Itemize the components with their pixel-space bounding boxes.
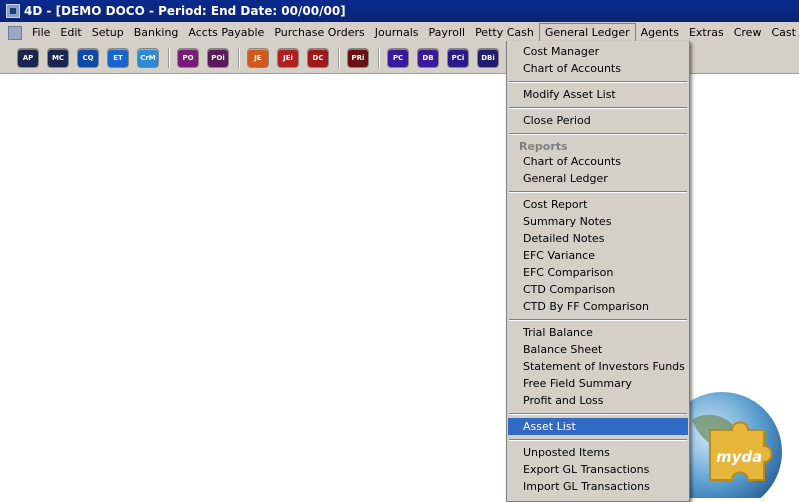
toolbar-button-crm[interactable]: CrM: [138, 49, 158, 67]
toolbar-button-mc[interactable]: MC: [48, 49, 68, 67]
menu-general-ledger[interactable]: General Ledger: [538, 23, 636, 42]
app-icon: [6, 4, 20, 18]
toolbar-button-je[interactable]: JE: [248, 49, 268, 67]
toolbar-button-dc[interactable]: DC: [308, 49, 328, 67]
menu-payroll[interactable]: Payroll: [424, 23, 471, 42]
toolbar-separator: [338, 48, 340, 68]
menu-item-modify-asset-list[interactable]: Modify Asset List: [508, 86, 688, 103]
menu-item-export-gl-transactions[interactable]: Export GL Transactions: [508, 461, 688, 478]
menu-item-free-field-summary[interactable]: Free Field Summary: [508, 375, 688, 392]
menu-extras[interactable]: Extras: [684, 23, 729, 42]
toolbar-separator: [378, 48, 380, 68]
general-ledger-dropdown-menu: Cost Manager Chart of Accounts Modify Asse…: [506, 41, 690, 502]
menu-bar: File Edit Setup Banking Accts Payable Purchas…: [0, 22, 799, 43]
menu-item-balance-sheet[interactable]: Balance Sheet: [508, 341, 688, 358]
menu-edit[interactable]: Edit: [55, 23, 86, 42]
menu-item-profit-and-loss[interactable]: Profit and Loss: [508, 392, 688, 409]
menu-cast[interactable]: Cast: [766, 23, 799, 42]
menu-item-efc-variance[interactable]: EFC Variance: [508, 247, 688, 264]
menu-item-detailed-notes[interactable]: Detailed Notes: [508, 230, 688, 247]
toolbar-button-pc[interactable]: PC: [388, 49, 408, 67]
logo-text: myda: [716, 448, 762, 466]
menu-crew[interactable]: Crew: [729, 23, 767, 42]
menu-item-cost-report[interactable]: Cost Report: [508, 196, 688, 213]
window-title: 4D - [DEMO DOCO - Period: End Date: 00/0…: [24, 4, 346, 18]
menu-separator: [509, 413, 687, 415]
menu-accts-payable[interactable]: Accts Payable: [183, 23, 269, 42]
toolbar-button-pci[interactable]: PCi: [448, 49, 468, 67]
menu-journals[interactable]: Journals: [370, 23, 424, 42]
toolbar-button-po[interactable]: PO: [178, 49, 198, 67]
menu-item-close-period[interactable]: Close Period: [508, 112, 688, 129]
menu-item-chart-of-accounts[interactable]: Chart of Accounts: [508, 60, 688, 77]
menu-item-general-ledger[interactable]: General Ledger: [508, 170, 688, 187]
toolbar-button-et[interactable]: ET: [108, 49, 128, 67]
menu-file[interactable]: File: [27, 23, 55, 42]
menu-item-cost-manager[interactable]: Cost Manager: [508, 43, 688, 60]
menu-item-asset-list[interactable]: Asset List: [508, 418, 688, 435]
menu-item-import-gl-transactions[interactable]: Import GL Transactions: [508, 478, 688, 495]
menu-banking[interactable]: Banking: [129, 23, 184, 42]
menu-item-summary-notes[interactable]: Summary Notes: [508, 213, 688, 230]
menu-item-trial-balance[interactable]: Trial Balance: [508, 324, 688, 341]
menu-separator: [509, 319, 687, 321]
menu-item-statement-of-investors-funds[interactable]: Statement of Investors Funds: [508, 358, 688, 375]
menu-item-chart-of-accounts[interactable]: Chart of Accounts: [508, 153, 688, 170]
toolbar-separator: [168, 48, 170, 68]
menu-purchase-orders[interactable]: Purchase Orders: [269, 23, 369, 42]
menu-separator: [509, 81, 687, 83]
menu-item-ctd-comparison[interactable]: CTD Comparison: [508, 281, 688, 298]
toolbar-button-ap[interactable]: AP: [18, 49, 38, 67]
menu-item-efc-comparison[interactable]: EFC Comparison: [508, 264, 688, 281]
menu-item-ctd-by-ff-comparison[interactable]: CTD By FF Comparison: [508, 298, 688, 315]
menu-agents[interactable]: Agents: [636, 23, 684, 42]
toolbar-button-jei[interactable]: JEi: [278, 49, 298, 67]
menu-separator: [509, 439, 687, 441]
toolbar-button-poi[interactable]: POi: [208, 49, 228, 67]
toolbar-button-cq[interactable]: CQ: [78, 49, 98, 67]
title-bar: 4D - [DEMO DOCO - Period: End Date: 00/0…: [0, 0, 799, 22]
toolbar-separator: [238, 48, 240, 68]
toolbar-button-pri[interactable]: PRi: [348, 49, 368, 67]
menu-separator: [509, 191, 687, 193]
toolbar-button-db[interactable]: DB: [418, 49, 438, 67]
menu-item-unposted-items[interactable]: Unposted Items: [508, 444, 688, 461]
menu-separator: [509, 107, 687, 109]
menu-petty-cash[interactable]: Petty Cash: [470, 23, 539, 42]
menu-separator: [509, 133, 687, 135]
menu-setup[interactable]: Setup: [87, 23, 129, 42]
document-icon: [8, 25, 22, 40]
toolbar-button-dbi[interactable]: DBi: [478, 49, 498, 67]
